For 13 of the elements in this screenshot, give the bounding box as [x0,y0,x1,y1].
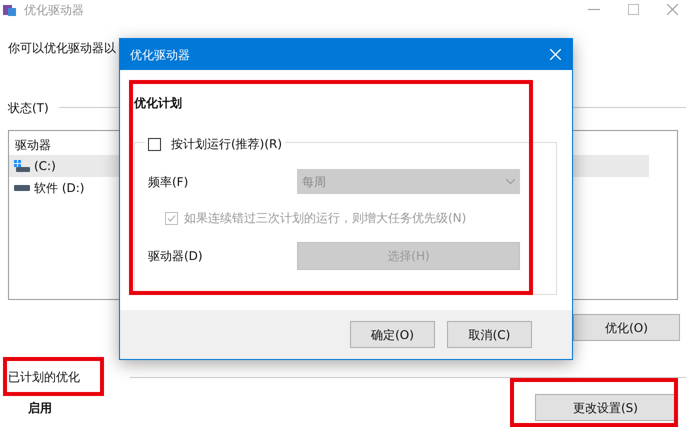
section-heading: 已计划的优化 [8,369,80,386]
status-label: 状态(T) [8,100,49,116]
window-title: 优化驱动器 [24,2,84,18]
schedule-status: 启用 [28,400,52,416]
checkbox-label: 按计划运行(推荐)(R) [171,136,282,153]
section-title: 优化计划 [134,96,182,110]
drives-label: 驱动器(D) [148,248,204,265]
frequency-label: 频率(F) [148,174,190,190]
checkbox-label: 如果连续错过三次计划的运行，则增大任务优先级(N) [184,210,466,227]
dialog-title: 优化驱动器 [130,46,190,64]
description-text: 你可以优化驱动器以 [8,40,116,56]
drive-name: 软件 (D:) [34,180,84,197]
drive-name: (C:) [34,158,56,175]
